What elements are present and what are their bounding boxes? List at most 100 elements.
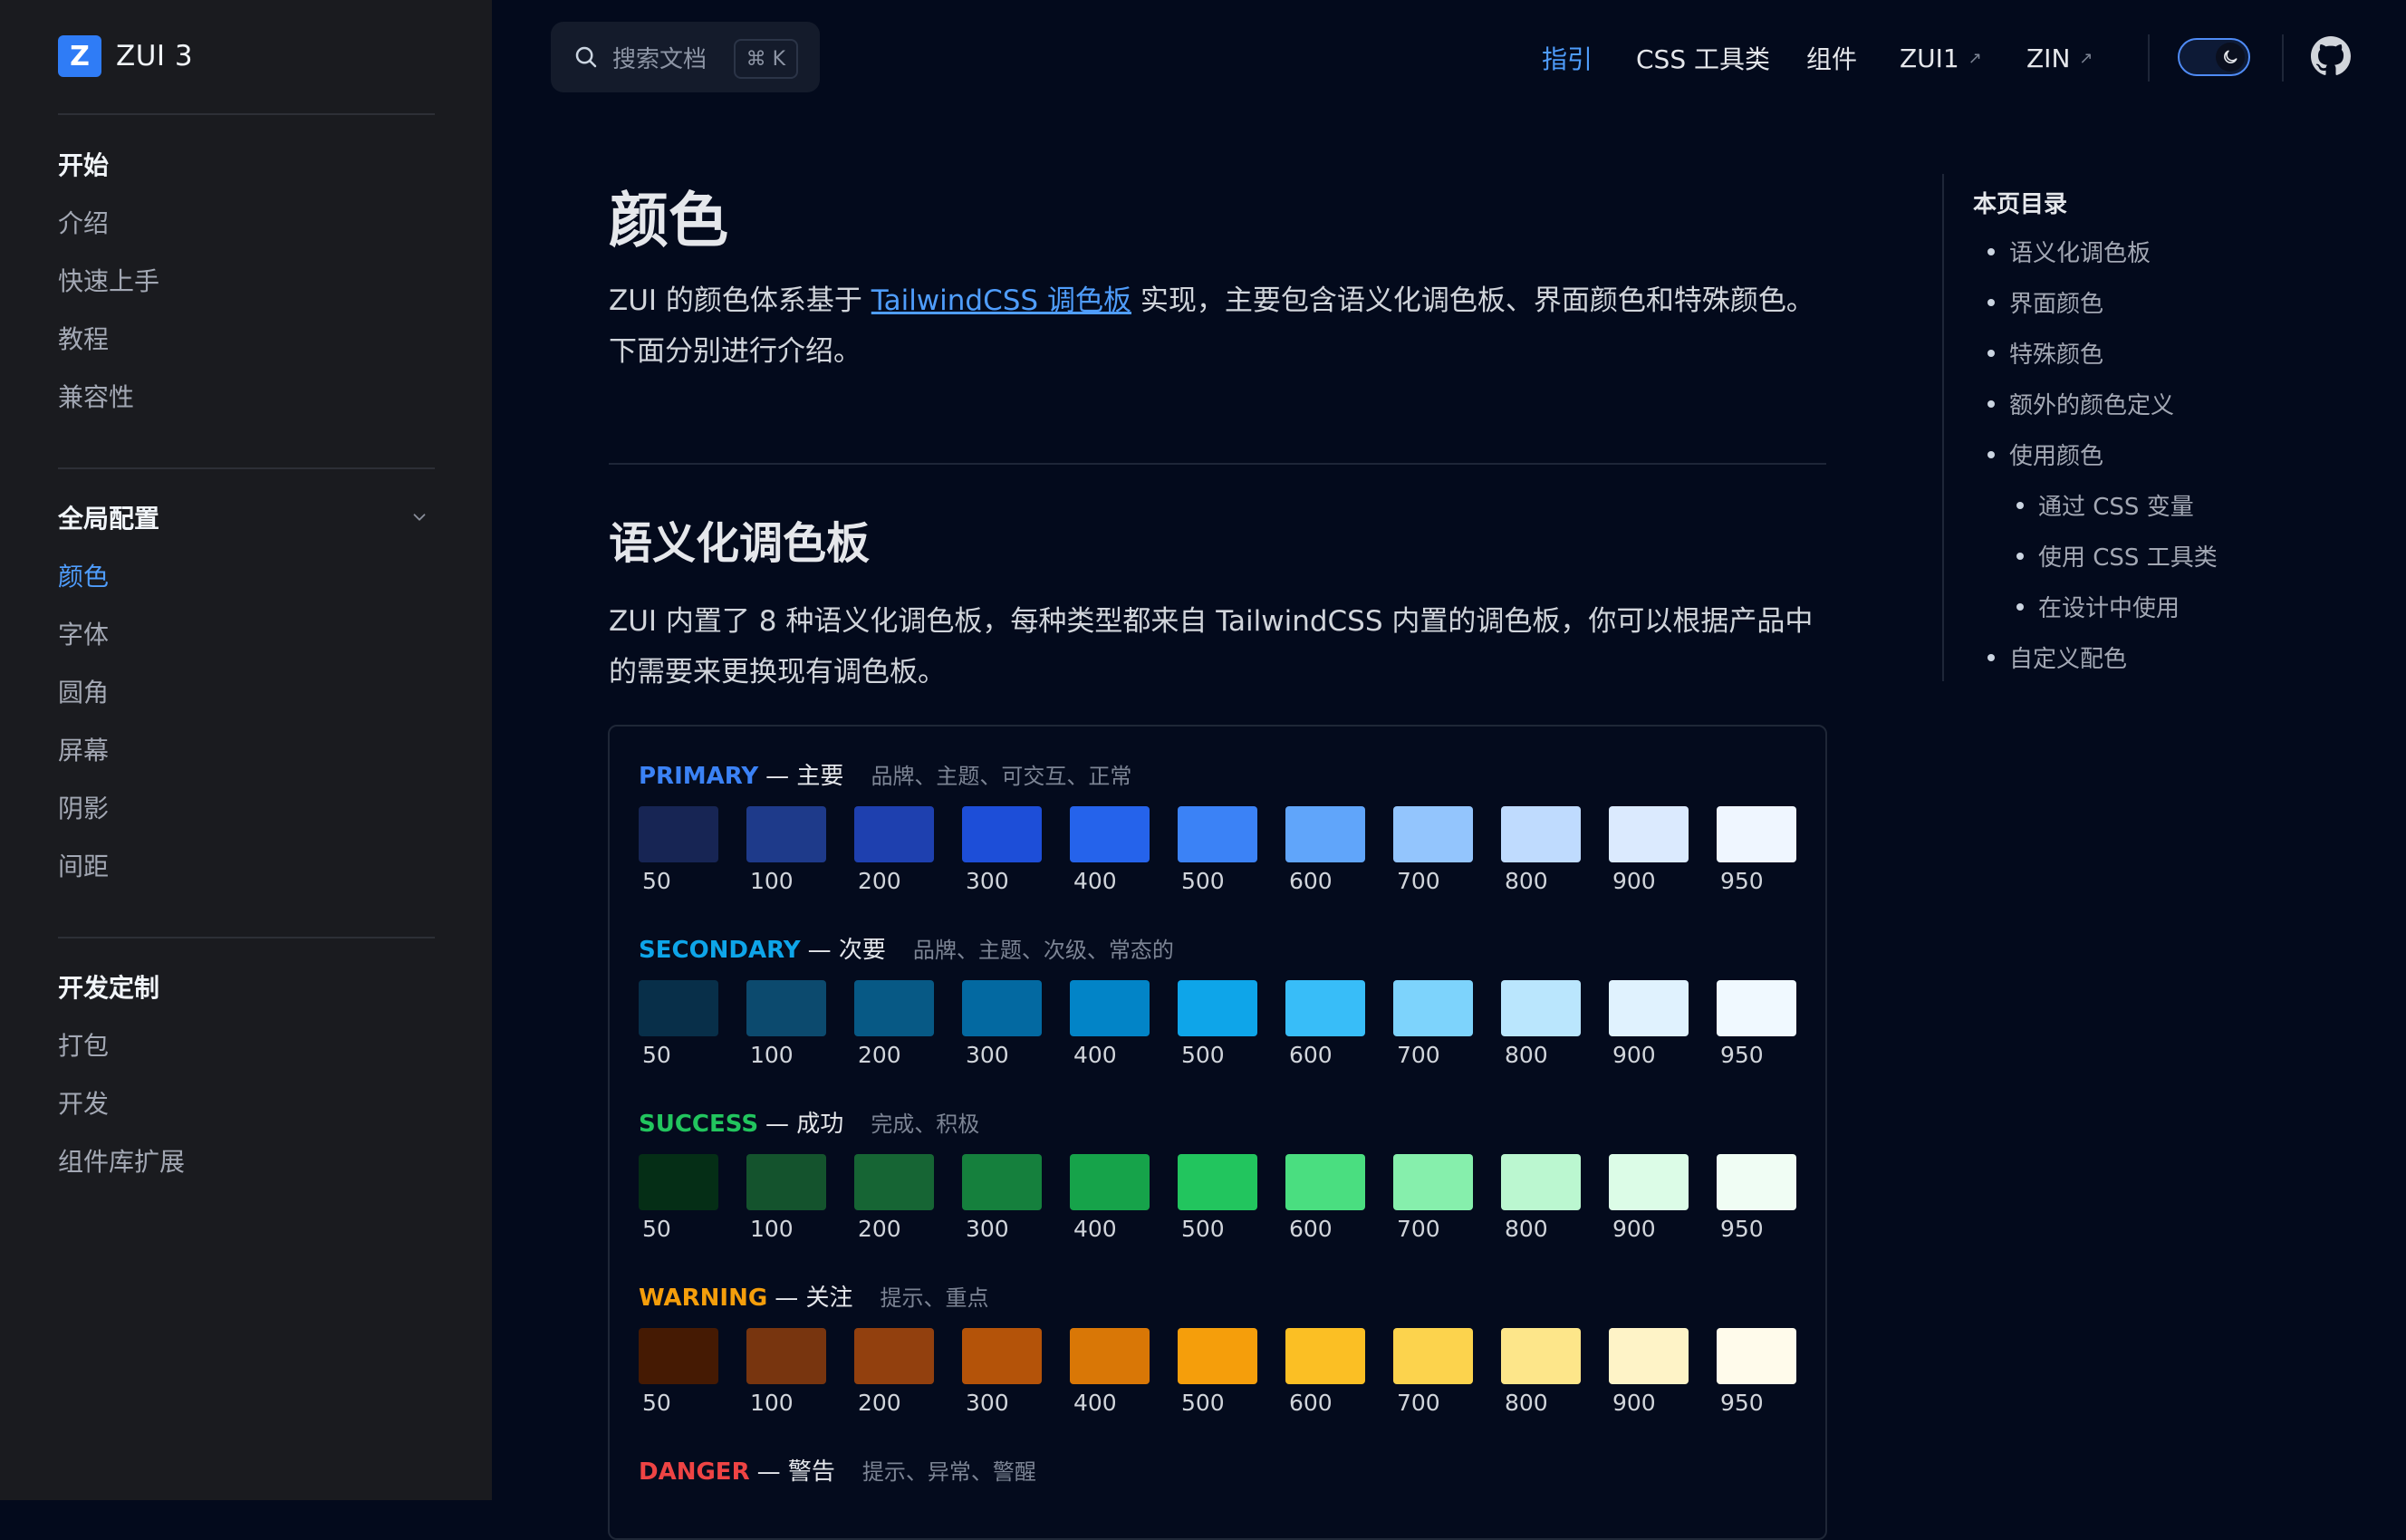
color-swatch[interactable]: 950 [1717,806,1796,894]
color-swatch[interactable]: 800 [1501,1154,1581,1242]
swatch-color [1070,980,1150,1036]
color-swatch[interactable]: 950 [1717,980,1796,1068]
color-swatch[interactable]: 800 [1501,1328,1581,1416]
swatch-label: 300 [966,1042,1009,1068]
color-swatch[interactable]: 100 [746,806,826,894]
color-swatch[interactable]: 300 [962,1328,1042,1416]
color-swatch[interactable]: 500 [1178,1328,1257,1416]
sidebar-item-shadows[interactable]: 阴影 [58,785,109,829]
sidebar-item-spacing[interactable]: 间距 [58,843,109,887]
sidebar-item-extensions[interactable]: 组件库扩展 [58,1139,185,1182]
color-swatch[interactable]: 900 [1609,1328,1689,1416]
sidebar-item-fonts[interactable]: 字体 [58,611,109,655]
color-swatch[interactable]: 300 [962,980,1042,1068]
tailwind-link[interactable]: TailwindCSS 调色板 [871,284,1131,317]
color-swatch[interactable]: 300 [962,806,1042,894]
color-swatch[interactable]: 700 [1393,980,1473,1068]
sidebar-group-dev[interactable]: 开发定制 [58,965,435,1008]
nav-zui1-label: ZUI1 [1900,43,1959,73]
color-swatch[interactable]: 200 [854,1154,934,1242]
swatch-color [1717,806,1796,862]
toc-item-label: 使用颜色 [2009,443,2104,470]
color-swatch[interactable]: 500 [1178,980,1257,1068]
color-swatch[interactable]: 100 [746,980,826,1068]
color-swatch[interactable]: 500 [1178,806,1257,894]
sidebar-item-build[interactable]: 打包 [58,1023,109,1066]
nav-guide[interactable]: 指引 [1542,34,1593,82]
sidebar-item-intro[interactable]: 介绍 [58,200,109,244]
swatch-color [1285,980,1365,1036]
swatch-color [1285,1154,1365,1210]
swatch-color [1501,1154,1581,1210]
swatch-color [1609,1154,1689,1210]
swatch-label: 200 [858,1390,901,1416]
color-swatch[interactable]: 700 [1393,1154,1473,1242]
sidebar-item-radius[interactable]: 圆角 [58,669,109,713]
swatch-color [1717,1154,1796,1210]
color-swatch[interactable]: 600 [1285,1328,1365,1416]
sidebar-group-start[interactable]: 开始 [58,142,435,186]
github-icon[interactable] [2311,36,2351,76]
nav-zin[interactable]: ZIN ↗ [2026,34,2093,82]
color-swatch[interactable]: 300 [962,1154,1042,1242]
nav-components[interactable]: 组件 [1806,34,1857,82]
sidebar-item-screens[interactable]: 屏幕 [58,727,109,771]
color-swatch[interactable]: 400 [1070,980,1150,1068]
toc-subitem[interactable]: 使用 CSS 工具类 [2016,539,2218,573]
sidebar-group-global-config[interactable]: 全局配置 [58,496,435,539]
palette-label: — 主要 [765,763,844,790]
color-swatch[interactable]: 700 [1393,806,1473,894]
color-swatch[interactable]: 50 [639,1328,718,1416]
color-swatch[interactable]: 200 [854,1328,934,1416]
color-swatch[interactable]: 200 [854,806,934,894]
search-button[interactable]: 搜索文档 ⌘ K [551,22,820,92]
chevron-down-icon[interactable] [409,507,429,527]
color-swatch[interactable]: 800 [1501,980,1581,1068]
swatch-label: 500 [1181,1390,1225,1416]
color-swatch[interactable]: 50 [639,1154,718,1242]
sidebar-item-tutorial[interactable]: 教程 [58,316,109,360]
color-swatch[interactable]: 600 [1285,806,1365,894]
color-swatch[interactable]: 900 [1609,806,1689,894]
color-swatch[interactable]: 900 [1609,1154,1689,1242]
swatch-color [962,806,1042,862]
swatch-label: 50 [642,1042,671,1068]
sidebar-divider [58,467,435,469]
search-shortcut: ⌘ K [733,39,798,79]
swatch-label: 900 [1612,1042,1656,1068]
toc-subitem[interactable]: 通过 CSS 变量 [2016,488,2194,522]
color-swatch[interactable]: 200 [854,980,934,1068]
color-swatch[interactable]: 400 [1070,806,1150,894]
color-swatch[interactable]: 400 [1070,1154,1150,1242]
swatch-color [962,1328,1042,1384]
logo[interactable]: Z ZUI 3 [58,34,193,78]
theme-toggle[interactable] [2178,38,2250,76]
sidebar-item-quickstart[interactable]: 快速上手 [58,258,159,302]
color-swatch[interactable]: 400 [1070,1328,1150,1416]
toc-item[interactable]: 语义化调色板 [1987,235,2151,268]
color-swatch[interactable]: 500 [1178,1154,1257,1242]
swatch-label: 50 [642,1216,671,1242]
sidebar-item-develop[interactable]: 开发 [58,1081,109,1124]
color-swatch[interactable]: 800 [1501,806,1581,894]
color-swatch[interactable]: 50 [639,806,718,894]
nav-css-utils[interactable]: CSS 工具类 [1636,34,1770,82]
sidebar-item-colors[interactable]: 颜色 [58,553,109,597]
color-swatch[interactable]: 950 [1717,1328,1796,1416]
color-swatch[interactable]: 600 [1285,1154,1365,1242]
color-swatch[interactable]: 100 [746,1328,826,1416]
color-swatch[interactable]: 600 [1285,980,1365,1068]
color-swatch[interactable]: 900 [1609,980,1689,1068]
nav-zui1[interactable]: ZUI1 ↗ [1900,34,1982,82]
color-swatch[interactable]: 950 [1717,1154,1796,1242]
toc-item[interactable]: 使用颜色 [1987,438,2103,471]
toc-item[interactable]: 额外的颜色定义 [1987,387,2174,420]
toc-item[interactable]: 界面颜色 [1987,285,2103,319]
color-swatch[interactable]: 50 [639,980,718,1068]
toc-subitem[interactable]: 在设计中使用 [2016,590,2180,623]
toc-item[interactable]: 特殊颜色 [1987,336,2103,370]
sidebar-item-compat[interactable]: 兼容性 [58,374,134,418]
color-swatch[interactable]: 100 [746,1154,826,1242]
color-swatch[interactable]: 700 [1393,1328,1473,1416]
toc-item[interactable]: 自定义配色 [1987,640,2127,674]
